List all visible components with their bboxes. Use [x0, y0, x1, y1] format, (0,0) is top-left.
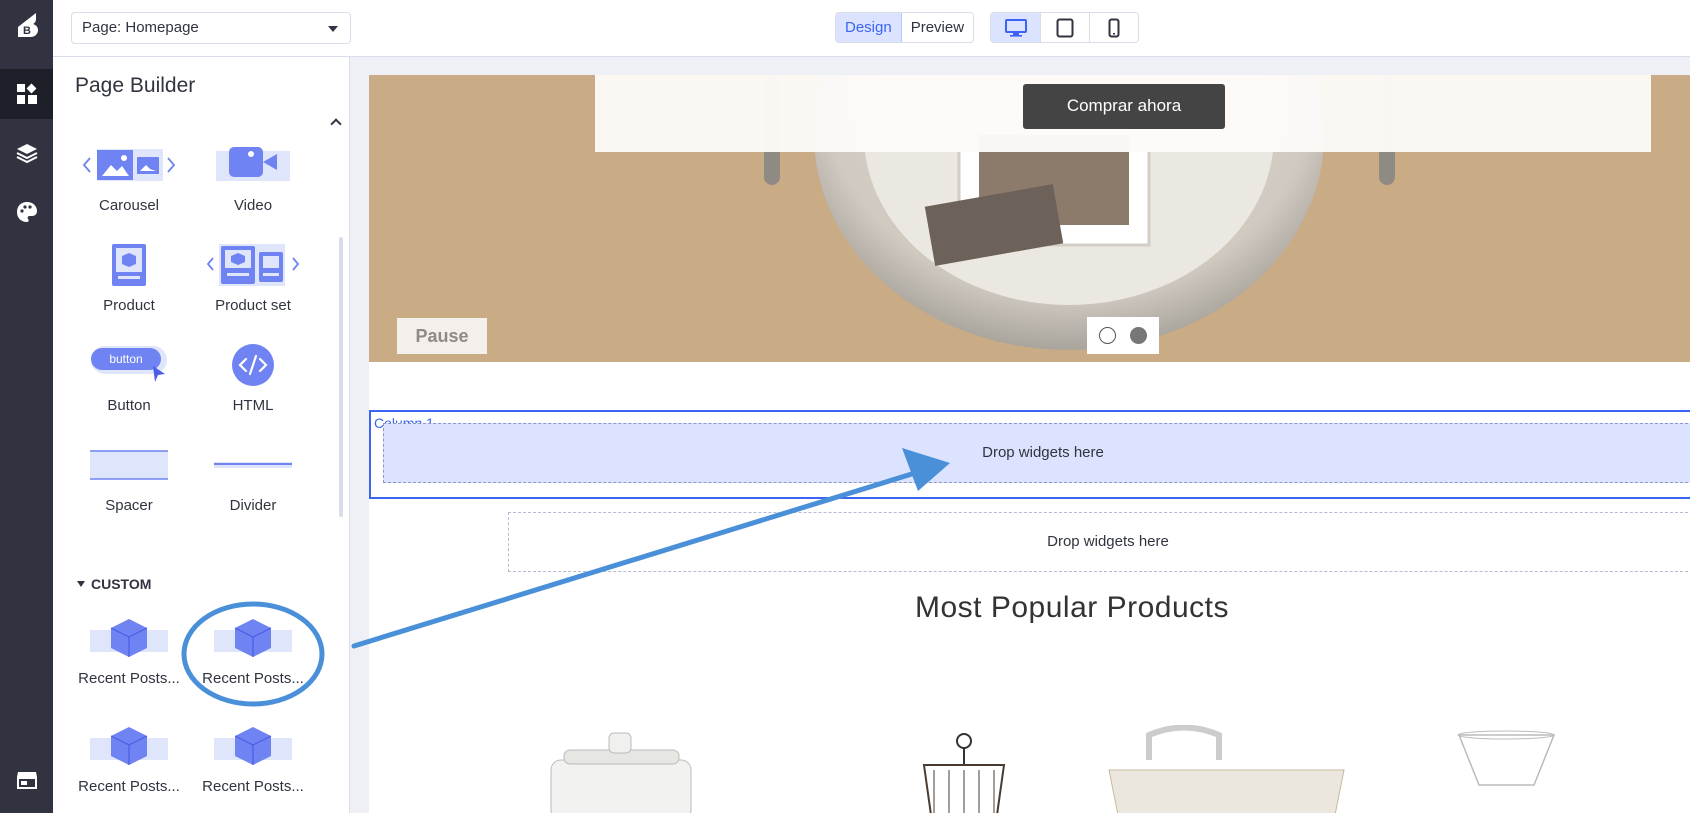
widget-label: Recent Posts...	[202, 778, 304, 795]
video-icon	[191, 141, 315, 189]
drop-zone[interactable]: Drop widgets here	[383, 423, 1690, 483]
widget-label: Product set	[215, 297, 291, 314]
bigcommerce-logo-icon[interactable]: B	[0, 0, 53, 50]
widget-spacer[interactable]: Spacer	[67, 441, 191, 514]
storefront-icon[interactable]	[0, 755, 53, 805]
mode-toggle: Design Preview	[835, 12, 975, 43]
desktop-icon	[1004, 18, 1027, 37]
page-select[interactable]: Page: Homepage	[71, 12, 351, 44]
page-select-value: Page: Homepage	[82, 19, 199, 36]
product-icon	[67, 241, 191, 289]
sidebar-title: Page Builder	[75, 74, 196, 97]
caret-down-icon	[77, 581, 85, 587]
cube-icon	[67, 614, 191, 662]
widget-product-set[interactable]: Product set	[191, 241, 315, 314]
chevron-up-icon[interactable]	[330, 118, 342, 130]
custom-section-header[interactable]: CUSTOM	[77, 576, 151, 592]
device-toggle	[990, 12, 1139, 43]
left-rail: B	[0, 0, 53, 813]
selected-column-row[interactable]: Column 1 Drop widgets here	[369, 410, 1690, 499]
widget-label: Product	[103, 297, 155, 314]
comprar-ahora-button[interactable]: Comprar ahora	[1023, 84, 1225, 129]
cube-icon	[67, 722, 191, 770]
widget-html[interactable]: HTML	[191, 341, 315, 414]
layers-icon[interactable]	[0, 128, 53, 178]
spacer-icon	[67, 441, 191, 489]
hero-carousel[interactable]: Comprar ahora Pause	[369, 75, 1690, 362]
widget-label: Recent Posts...	[78, 778, 180, 795]
widget-divider[interactable]: Divider	[191, 441, 315, 514]
product-set-icon	[191, 241, 315, 289]
page-canvas: Comprar ahora Pause Column 1 Drop widget…	[350, 57, 1690, 813]
pause-button[interactable]: Pause	[397, 318, 487, 354]
product-image[interactable]	[550, 732, 692, 813]
cube-icon	[191, 722, 315, 770]
product-image[interactable]	[1108, 725, 1345, 813]
html-icon	[191, 341, 315, 389]
divider-icon	[191, 441, 315, 489]
carousel-dots	[1087, 317, 1159, 354]
widget-video[interactable]: Video	[191, 141, 315, 214]
svg-text:B: B	[23, 25, 31, 37]
widget-carousel[interactable]: Carousel	[67, 141, 191, 214]
widget-custom-recent-posts[interactable]: Recent Posts...	[191, 722, 315, 795]
carousel-icon	[67, 141, 191, 189]
palette-icon[interactable]	[0, 187, 53, 237]
cube-icon	[191, 614, 315, 662]
product-images	[550, 725, 1556, 813]
page-preview: Comprar ahora Pause Column 1 Drop widget…	[369, 75, 1690, 813]
product-image[interactable]	[1457, 730, 1556, 786]
sidebar-scrollbar[interactable]	[339, 237, 343, 517]
widget-button[interactable]: button Button	[67, 341, 191, 414]
widget-label: Spacer	[105, 497, 153, 514]
widget-label: Carousel	[98, 197, 160, 214]
section-title: Most Popular Products	[915, 591, 1229, 624]
carousel-dot-active[interactable]	[1130, 327, 1147, 344]
carousel-dot[interactable]	[1099, 327, 1116, 344]
widget-label: Button	[107, 397, 151, 414]
widget-label: Video	[233, 197, 273, 214]
widget-label: HTML	[232, 397, 274, 414]
widget-custom-recent-posts[interactable]: Recent Posts...	[191, 614, 315, 687]
widget-label: Recent Posts...	[202, 670, 304, 687]
widget-label: Divider	[229, 497, 277, 514]
product-image[interactable]	[922, 733, 1006, 813]
widget-custom-recent-posts[interactable]: Recent Posts...	[67, 614, 191, 687]
page-builder-sidebar: Page Builder Carousel Video Product Prod…	[53, 57, 350, 813]
top-toolbar: Page: Homepage Design Preview	[53, 0, 1690, 57]
button-icon: button	[67, 341, 191, 389]
drop-zone[interactable]: Drop widgets here	[508, 512, 1690, 572]
tablet-icon	[1056, 18, 1074, 37]
mobile-icon	[1108, 18, 1120, 37]
desktop-view-button[interactable]	[991, 13, 1040, 42]
svg-text:button: button	[109, 352, 142, 366]
custom-section-label: CUSTOM	[91, 576, 152, 592]
widgets-icon[interactable]	[0, 69, 53, 119]
chevron-down-icon	[328, 26, 338, 32]
design-mode-button[interactable]: Design	[836, 13, 902, 42]
widget-custom-recent-posts[interactable]: Recent Posts...	[67, 722, 191, 795]
preview-mode-button[interactable]: Preview	[901, 13, 974, 42]
widget-label: Recent Posts...	[78, 670, 180, 687]
mobile-view-button[interactable]	[1089, 13, 1138, 42]
tablet-view-button[interactable]	[1040, 13, 1089, 42]
widget-product[interactable]: Product	[67, 241, 191, 314]
